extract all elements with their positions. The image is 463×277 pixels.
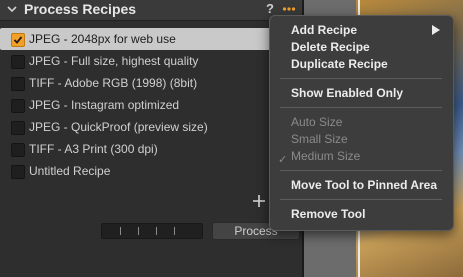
process-recipes-panel: Process Recipes ? JPEG - 2048px for web … — [0, 0, 302, 277]
menu-item-show-enabled-only[interactable]: Show Enabled Only — [291, 86, 403, 100]
chevron-down-icon[interactable] — [6, 3, 18, 15]
slider-tick — [156, 227, 157, 235]
slider-tick — [174, 227, 175, 235]
recipe-label: TIFF - Adobe RGB (1998) (8bit) — [29, 76, 198, 90]
checkmark-icon: ✓ — [278, 154, 288, 166]
menu-item-move-tool[interactable]: Move Tool to Pinned Area — [291, 178, 437, 192]
recipe-checkbox[interactable] — [11, 99, 25, 113]
menu-item-small-size: Small Size — [291, 132, 348, 146]
menu-item-duplicate-recipe[interactable]: Duplicate Recipe — [291, 57, 388, 71]
panel-header: Process Recipes ? — [0, 0, 302, 21]
recipe-row[interactable]: TIFF - Adobe RGB (1998) (8bit) — [0, 72, 302, 94]
plus-icon[interactable] — [252, 194, 266, 208]
menu-separator — [280, 107, 442, 108]
menu-item-delete-recipe[interactable]: Delete Recipe — [291, 40, 370, 54]
menu-separator — [280, 170, 442, 171]
recipe-row[interactable]: JPEG - Instagram optimized — [0, 94, 302, 116]
panel-title: Process Recipes — [24, 1, 137, 17]
recipe-label: JPEG - Full size, highest quality — [29, 54, 199, 68]
context-menu: Add Recipe Delete Recipe Duplicate Recip… — [269, 15, 454, 231]
recipe-row[interactable]: Untitled Recipe — [0, 160, 302, 182]
help-icon[interactable]: ? — [266, 1, 274, 16]
menu-separator — [280, 78, 442, 79]
recipe-checkbox[interactable] — [11, 143, 25, 157]
menu-separator — [280, 199, 442, 200]
recipe-checkbox[interactable] — [11, 121, 25, 135]
chevron-right-icon — [432, 25, 440, 35]
recipe-row[interactable]: TIFF - A3 Print (300 dpi) — [0, 138, 302, 160]
recipe-label: JPEG - 2048px for web use — [29, 32, 176, 46]
menu-item-auto-size: Auto Size — [291, 115, 343, 129]
recipe-row[interactable]: JPEG - QuickProof (preview size) — [0, 116, 302, 138]
recipe-progress-slider[interactable] — [101, 223, 203, 239]
recipe-checkbox[interactable] — [11, 33, 25, 47]
more-options-icon[interactable] — [281, 2, 297, 16]
recipe-label: JPEG - QuickProof (preview size) — [29, 120, 208, 134]
menu-item-remove-tool[interactable]: Remove Tool — [291, 207, 365, 221]
slider-tick — [120, 227, 121, 235]
recipe-checkbox[interactable] — [11, 77, 25, 91]
recipe-row[interactable]: JPEG - 2048px for web use — [0, 28, 270, 50]
recipe-label: JPEG - Instagram optimized — [29, 98, 180, 112]
recipe-row[interactable]: JPEG - Full size, highest quality — [0, 50, 302, 72]
recipe-label: TIFF - A3 Print (300 dpi) — [29, 142, 158, 156]
recipe-checkbox[interactable] — [11, 165, 25, 179]
recipe-list: JPEG - 2048px for web use JPEG - Full si… — [0, 28, 302, 182]
recipe-label: Untitled Recipe — [29, 164, 111, 178]
menu-item-medium-size: Medium Size — [291, 149, 361, 163]
checkmark-icon — [13, 36, 23, 44]
menu-item-add-recipe[interactable]: Add Recipe — [291, 23, 357, 37]
recipe-checkbox[interactable] — [11, 55, 25, 69]
slider-tick — [138, 227, 139, 235]
